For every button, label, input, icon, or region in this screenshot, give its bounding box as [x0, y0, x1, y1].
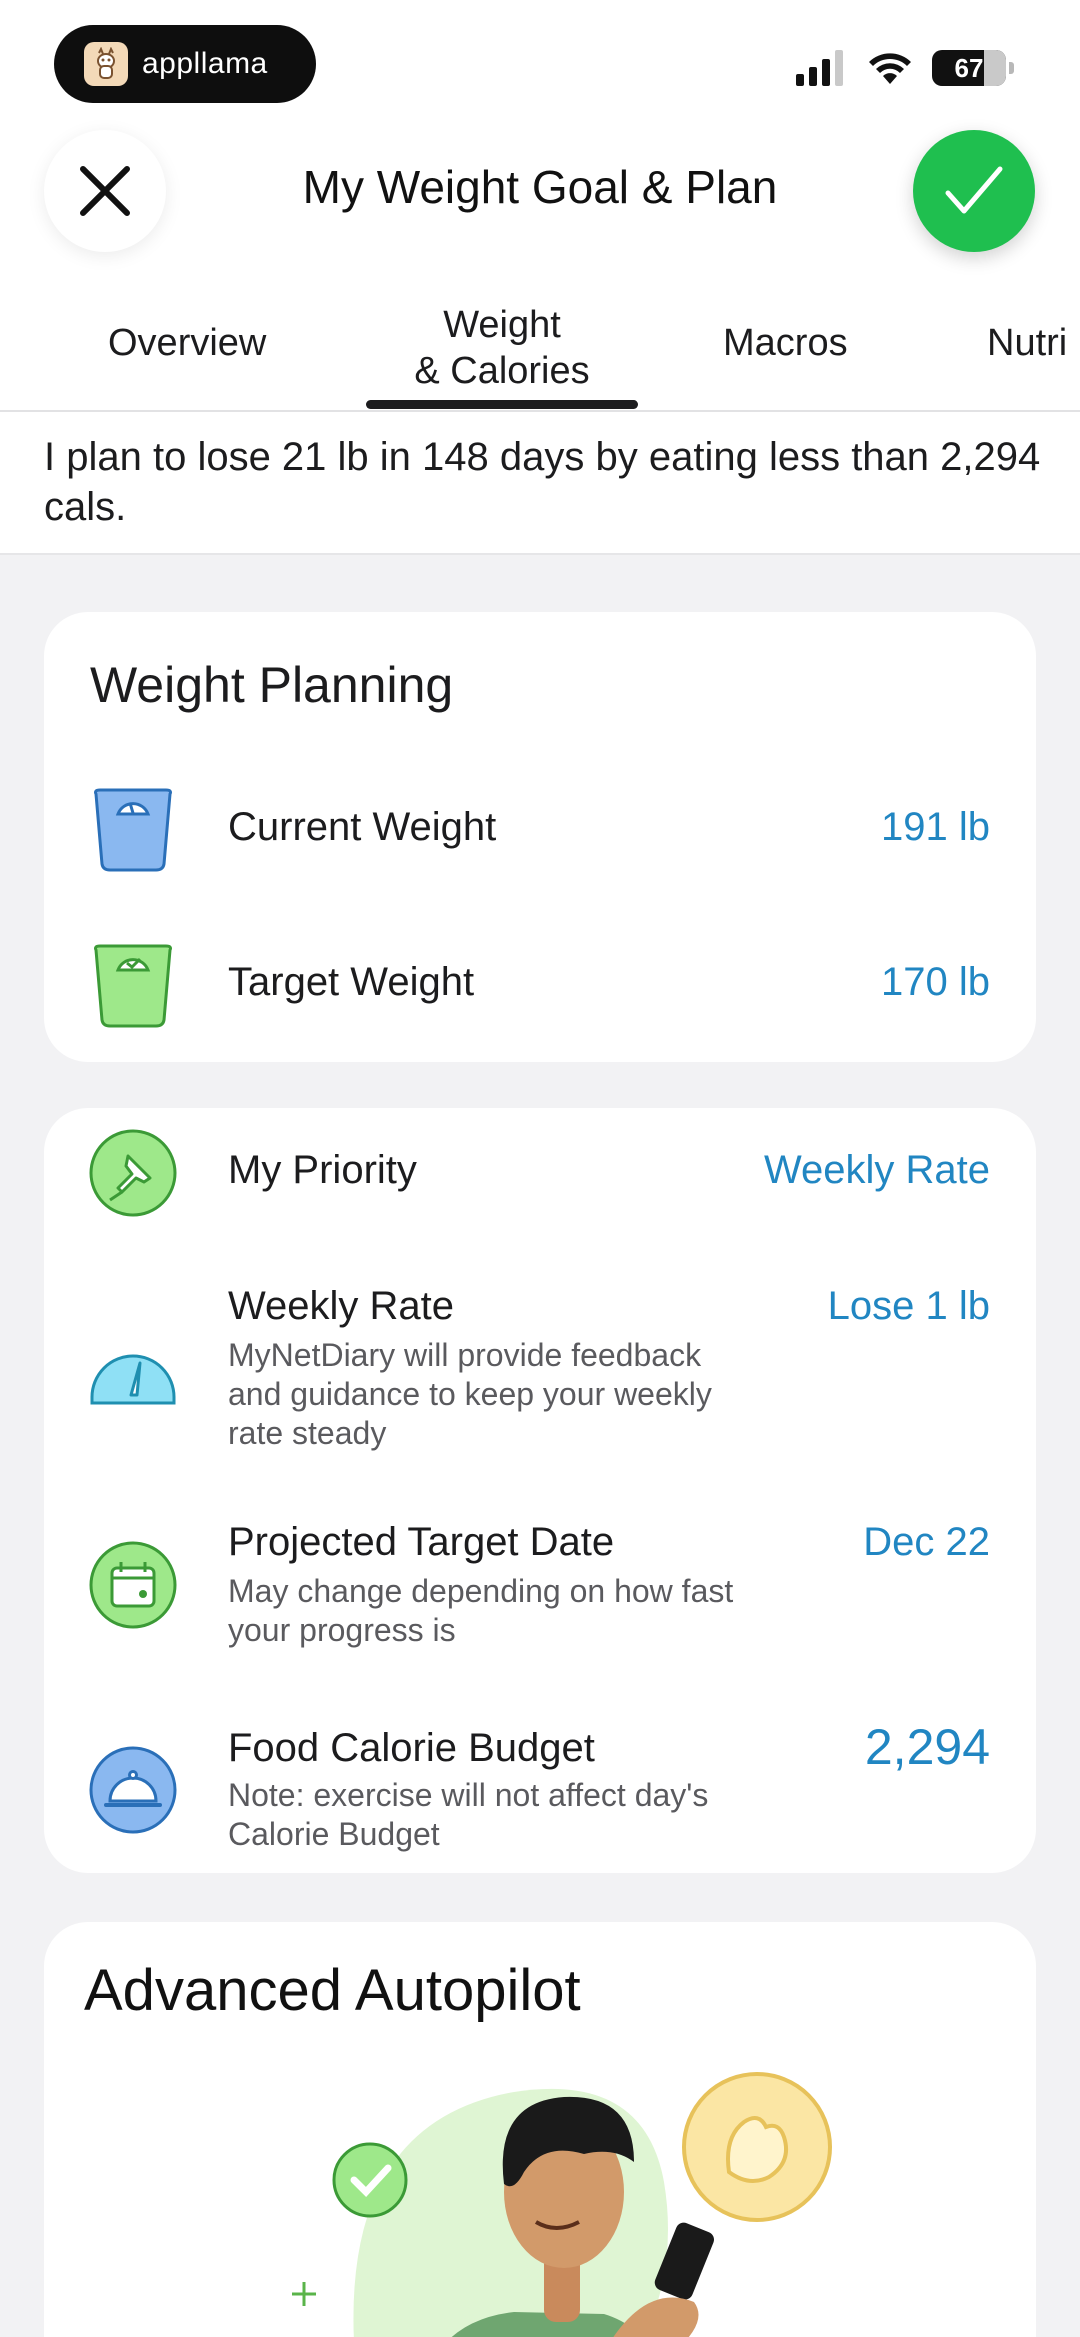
tab-weight-calories-line1: Weight: [443, 304, 561, 346]
food-cloche-icon: [89, 1746, 177, 1834]
weight-planning-title: Weight Planning: [90, 657, 454, 713]
speedometer-icon: [90, 1354, 176, 1405]
tabs-divider: [0, 410, 1080, 412]
current-weight-value[interactable]: 191 lb: [881, 805, 990, 850]
calorie-budget-desc-line1: Note: exercise will not affect day's: [228, 1777, 709, 1813]
target-weight-label: Target Weight: [228, 960, 475, 1004]
plan-summary: I plan to lose 21 lb in 148 days by eati…: [44, 435, 1041, 529]
battery-level: 67: [954, 52, 984, 83]
weekly-rate-desc-line2: and guidance to keep your weekly: [228, 1376, 712, 1412]
weekly-rate-description: MyNetDiary will provide feedback and gui…: [228, 1336, 788, 1453]
status-icons: 67: [796, 50, 1014, 86]
calendar-icon: [89, 1541, 177, 1629]
scale-green-icon: [94, 944, 172, 1028]
tab-nutrients[interactable]: Nutri: [987, 320, 1067, 366]
summary-divider: [0, 553, 1080, 555]
tab-overview[interactable]: Overview: [108, 320, 266, 366]
pin-icon: [89, 1129, 177, 1217]
llama-logo-icon: [84, 42, 128, 86]
calorie-budget-label: Food Calorie Budget: [228, 1726, 595, 1770]
autopilot-illustration: [292, 2072, 832, 2337]
weekly-rate-desc-line3: rate steady: [228, 1415, 387, 1451]
priority-label: My Priority: [228, 1148, 417, 1192]
weekly-rate-desc-line1: MyNetDiary will provide feedback: [228, 1337, 702, 1373]
autopilot-card: Advanced Autopilot: [44, 1922, 1036, 2337]
scale-blue-icon: [94, 788, 172, 872]
recording-badge: appllama: [54, 25, 316, 103]
tab-macros[interactable]: Macros: [723, 320, 848, 366]
tab-bar: Overview Weight & Calories Macros Nutri: [0, 290, 1080, 410]
plan-details-card: My Priority Weekly Rate Weekly Rate Lose…: [44, 1108, 1036, 1873]
badge-text: appllama: [142, 47, 268, 80]
target-date-desc-line1: May change depending on how fast: [228, 1573, 734, 1609]
tab-selected-indicator: [366, 400, 638, 409]
checkmark-icon: [945, 166, 1003, 214]
weight-planning-card: Weight Planning Current Weight 191 lb Ta…: [44, 612, 1036, 1062]
calorie-budget-description: Note: exercise will not affect day's Cal…: [228, 1776, 788, 1854]
target-date-description: May change depending on how fast your pr…: [228, 1572, 788, 1650]
tab-weight-calories-line2: & Calories: [414, 350, 590, 392]
priority-value[interactable]: Weekly Rate: [764, 1148, 990, 1193]
weekly-rate-label: Weekly Rate: [228, 1284, 455, 1328]
cellular-signal-icon: [796, 50, 843, 86]
target-weight-value[interactable]: 170 lb: [881, 960, 990, 1005]
calorie-budget-value[interactable]: 2,294: [865, 1718, 990, 1776]
weekly-rate-value[interactable]: Lose 1 lb: [828, 1284, 990, 1329]
battery-icon: 67: [932, 50, 1014, 86]
target-date-label: Projected Target Date: [228, 1520, 615, 1564]
confirm-button[interactable]: [913, 130, 1035, 252]
current-weight-label: Current Weight: [228, 805, 497, 849]
target-date-value[interactable]: Dec 22: [863, 1520, 990, 1565]
tab-weight-calories[interactable]: Weight & Calories: [366, 302, 638, 394]
calorie-budget-desc-line2: Calorie Budget: [228, 1816, 440, 1852]
target-date-desc-line2: your progress is: [228, 1612, 456, 1648]
wifi-icon: [869, 53, 911, 84]
